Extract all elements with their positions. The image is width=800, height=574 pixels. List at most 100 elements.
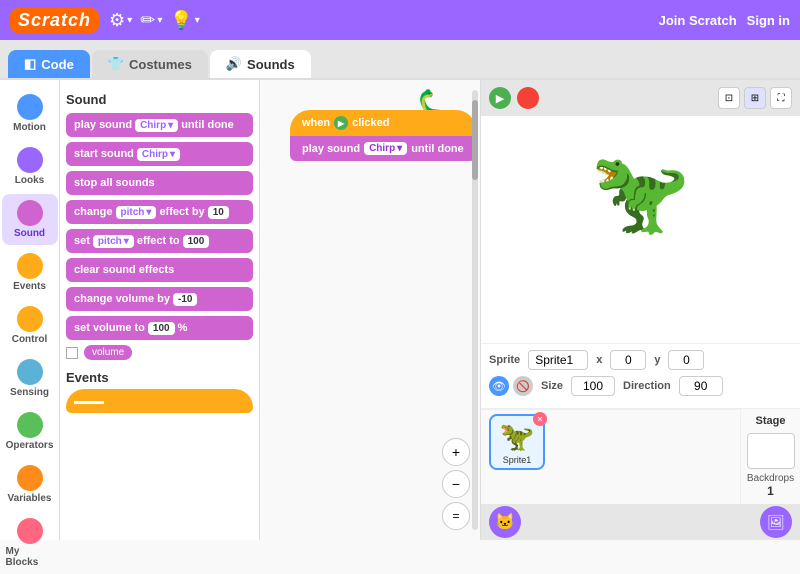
tab-row: ◧ Code 👕 Costumes 🔊 Sounds xyxy=(0,40,800,80)
clicked-label: clicked xyxy=(352,117,389,129)
events-dot xyxy=(17,253,43,279)
bottom-buttons: 🐱 🖼 xyxy=(481,504,800,540)
sensing-dot xyxy=(17,359,43,385)
pitch-val-input[interactable]: 10 xyxy=(208,206,229,219)
sounds-icon: 🔊 xyxy=(226,56,242,72)
sidebar-item-motion[interactable]: Motion xyxy=(2,88,58,139)
sprite-list-area: ✕ 🦖 Sprite1 xyxy=(481,409,740,504)
sprite-list-row: ✕ 🦖 Sprite1 Stage Backdrops 1 xyxy=(481,408,800,504)
script-play-sound-label: play sound xyxy=(302,143,360,155)
change-pitch-block[interactable]: change pitch ▾ effect by 10 xyxy=(66,200,253,224)
stop-button[interactable] xyxy=(517,87,539,109)
sidebar-item-control[interactable]: Control xyxy=(2,300,58,351)
chirp-chevron-2: ▾ xyxy=(170,149,175,160)
stage-small-view-button[interactable]: ⊡ xyxy=(718,87,740,109)
control-dot xyxy=(17,306,43,332)
green-flag-button[interactable]: ▶ xyxy=(489,87,511,109)
script-chirp-chevron: ▾ xyxy=(397,143,402,154)
gear-chevron: ▾ xyxy=(127,15,132,26)
chirp-dropdown-2[interactable]: Chirp ▾ xyxy=(137,148,180,161)
join-scratch-button[interactable]: Join Scratch xyxy=(659,13,737,28)
operators-dot xyxy=(17,412,43,438)
tutorial-button[interactable]: 💡 ▾ xyxy=(170,10,199,31)
edit-icon: ✏ xyxy=(140,10,155,31)
sidebar: Motion Looks Sound Events Control Sensin… xyxy=(0,80,60,540)
sprite-properties: Sprite x y 👁 🚫 Size Direction xyxy=(481,343,800,408)
direction-input[interactable] xyxy=(679,376,723,396)
tab-sounds[interactable]: 🔊 Sounds xyxy=(210,50,311,78)
tutorial-chevron: ▾ xyxy=(195,15,200,26)
stop-all-sounds-block[interactable]: stop all sounds xyxy=(66,171,253,195)
events-placeholder-block[interactable]: ▬▬▬ xyxy=(66,389,253,413)
y-input[interactable] xyxy=(668,350,704,370)
stage-normal-view-button[interactable]: ⊞ xyxy=(744,87,766,109)
tab-costumes[interactable]: 👕 Costumes xyxy=(92,50,208,78)
sprite-name-input[interactable] xyxy=(528,350,588,370)
topnav: Scratch ⚙ ▾ ✏ ▾ 💡 ▾ Join Scratch Sign in xyxy=(0,0,800,40)
edit-chevron: ▾ xyxy=(157,15,162,26)
stage-view-buttons: ⊡ ⊞ ⛶ xyxy=(718,87,792,109)
myblocks-dot xyxy=(17,518,43,544)
right-panel: ▶ ⊡ ⊞ ⛶ 🦖 Sprite x y xyxy=(480,80,800,540)
tutorial-icon: 💡 xyxy=(170,10,192,31)
when-label: when xyxy=(302,117,330,129)
add-sprite-button[interactable]: 🐱 xyxy=(489,506,521,538)
sprite-delete-icon[interactable]: ✕ xyxy=(533,412,547,426)
x-input[interactable] xyxy=(610,350,646,370)
x-label: x xyxy=(596,354,602,366)
zoom-in-button[interactable]: + xyxy=(442,438,470,466)
sidebar-item-looks[interactable]: Looks xyxy=(2,141,58,192)
script-area[interactable]: 🦕 when ▶ clicked play sound Chirp ▾ unti… xyxy=(260,80,480,540)
sidebar-item-operators[interactable]: Operators xyxy=(2,406,58,457)
script-until-done-label: until done xyxy=(411,143,464,155)
sprite1-thumb[interactable]: ✕ 🦖 Sprite1 xyxy=(489,414,545,470)
pitch-val2-input[interactable]: 100 xyxy=(183,235,210,248)
sidebar-item-variables[interactable]: Variables xyxy=(2,459,58,510)
sprite-thumb-image: 🦖 xyxy=(500,420,535,453)
zoom-controls: + − = xyxy=(442,438,470,530)
script-chirp-dropdown[interactable]: Chirp ▾ xyxy=(364,142,407,155)
sidebar-item-events[interactable]: Events xyxy=(2,247,58,298)
size-label: Size xyxy=(541,380,563,392)
when-flag-hat-block[interactable]: when ▶ clicked play sound Chirp ▾ until … xyxy=(290,110,476,161)
stage-header: ▶ ⊡ ⊞ ⛶ xyxy=(481,80,800,116)
backdrops-label: Backdrops xyxy=(747,473,794,484)
costumes-icon: 👕 xyxy=(108,56,124,72)
volume-checkbox[interactable] xyxy=(66,347,78,359)
sprite-thumb-label: Sprite1 xyxy=(503,455,532,465)
change-volume-block[interactable]: change volume by -10 xyxy=(66,287,253,311)
show-sprite-button[interactable]: 👁 xyxy=(489,376,509,396)
vol-val-input[interactable]: -10 xyxy=(173,293,197,306)
pitch-dropdown-2[interactable]: pitch ▾ xyxy=(93,235,134,248)
start-sound-block[interactable]: start sound Chirp ▾ xyxy=(66,142,253,166)
sign-in-button[interactable]: Sign in xyxy=(747,13,790,28)
gear-button[interactable]: ⚙ ▾ xyxy=(109,10,132,31)
tab-code[interactable]: ◧ Code xyxy=(8,50,90,78)
pitch-dropdown[interactable]: pitch ▾ xyxy=(116,206,157,219)
hide-sprite-button[interactable]: 🚫 xyxy=(513,376,533,396)
stage-control-buttons: ▶ xyxy=(489,87,539,109)
vol-val2-input[interactable]: 100 xyxy=(148,322,175,335)
script-scrollbar[interactable] xyxy=(472,90,478,530)
edit-button[interactable]: ✏ ▾ xyxy=(140,10,162,31)
sidebar-item-sound[interactable]: Sound xyxy=(2,194,58,245)
zoom-fit-button[interactable]: = xyxy=(442,502,470,530)
stage-fullscreen-button[interactable]: ⛶ xyxy=(770,87,792,109)
sound-section-title: Sound xyxy=(66,92,253,107)
chirp-dropdown-1[interactable]: Chirp ▾ xyxy=(135,119,178,132)
play-sound-until-done-block[interactable]: play sound Chirp ▾ until done xyxy=(66,113,253,137)
sidebar-item-sensing[interactable]: Sensing xyxy=(2,353,58,404)
size-input[interactable] xyxy=(571,376,615,396)
stage-backdrop-thumb[interactable] xyxy=(747,433,795,469)
set-volume-block[interactable]: set volume to 100 % xyxy=(66,316,253,340)
backdrops-count: 1 xyxy=(767,484,774,498)
code-icon: ◧ xyxy=(24,56,36,72)
zoom-out-button[interactable]: − xyxy=(442,470,470,498)
set-pitch-block[interactable]: set pitch ▾ effect to 100 xyxy=(66,229,253,253)
motion-dot xyxy=(17,94,43,120)
sidebar-item-myblocks[interactable]: My Blocks xyxy=(2,512,58,574)
add-backdrop-button[interactable]: 🖼 xyxy=(760,506,792,538)
clear-sound-effects-block[interactable]: clear sound effects xyxy=(66,258,253,282)
blocks-panel: Sound play sound Chirp ▾ until done star… xyxy=(60,80,260,540)
pitch-chevron-2: ▾ xyxy=(124,236,129,247)
